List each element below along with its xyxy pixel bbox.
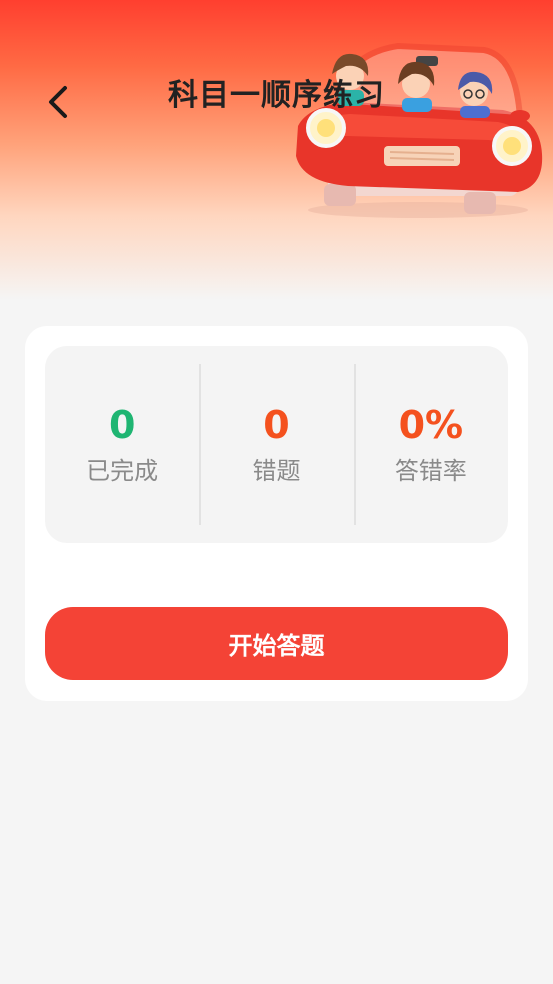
stat-error-rate-value: 0% — [398, 403, 464, 447]
stat-completed-label: 已完成 — [86, 457, 159, 485]
start-quiz-button[interactable]: 开始答题 — [45, 607, 508, 680]
stat-error-rate: 0% 答错率 — [353, 346, 508, 543]
stat-error-rate-label: 答错率 — [394, 457, 467, 485]
stat-completed-value: 0 — [108, 403, 136, 447]
stats-panel: 0 已完成 0 错题 0% 答错率 — [45, 346, 508, 543]
stat-wrong-label: 错题 — [252, 457, 301, 485]
practice-card: 0 已完成 0 错题 0% 答错率 开始答题 — [25, 326, 528, 701]
car-illustration — [296, 42, 543, 218]
stat-wrong: 0 错题 — [199, 346, 353, 543]
page-title: 科目一顺序练习 — [168, 78, 385, 113]
header-banner: 科目一顺序练习 — [0, 0, 553, 300]
stat-wrong-value: 0 — [263, 403, 290, 447]
stat-completed: 0 已完成 — [45, 346, 199, 543]
